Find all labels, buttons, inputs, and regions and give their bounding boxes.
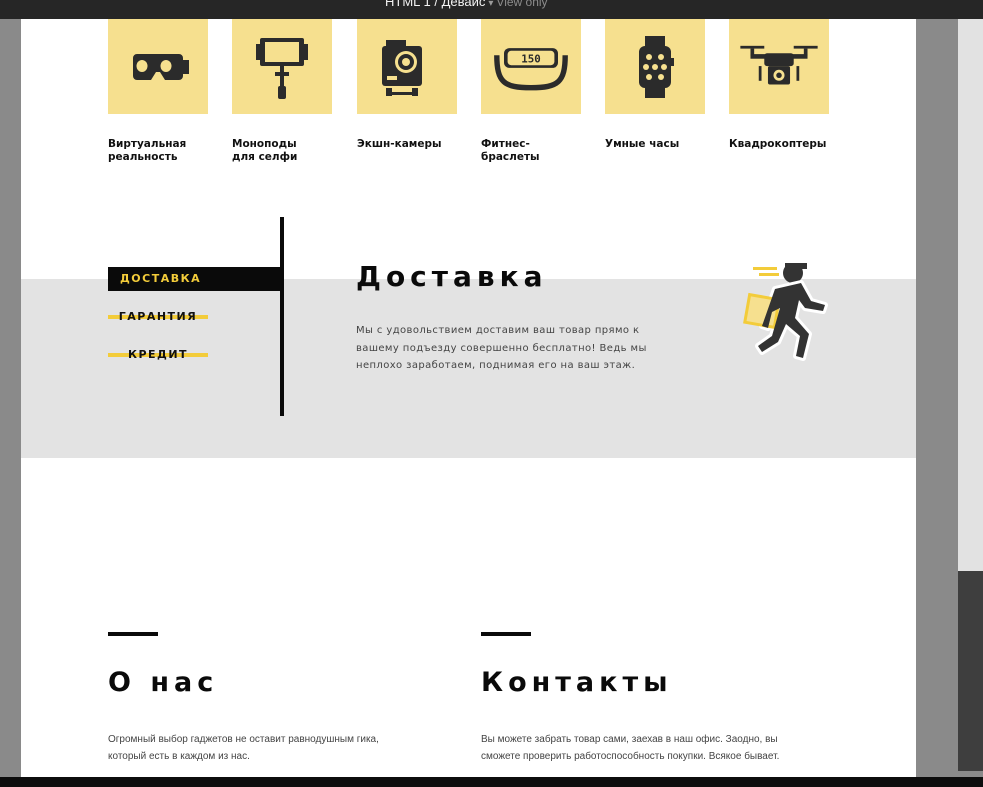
tab-label[interactable]: КРЕДИТ [124,348,192,361]
fitness-band-icon: 150 [494,47,568,90]
window-title: HTML 1 / Девайс ▾ View only [385,0,548,9]
tab-credit[interactable]: КРЕДИТ [108,343,208,367]
category-label[interactable]: Умные часы [605,138,705,151]
tab-label[interactable]: ГАРАНТИЯ [115,310,201,323]
about-title: О нас [108,667,219,698]
action-camera-icon [382,39,422,96]
category-label[interactable]: Фитнес-браслеты [481,138,581,164]
vertical-scrollbar-thumb[interactable] [958,571,983,771]
canvas-gutter-left [0,19,21,777]
tab-guarantee[interactable]: ГАРАНТИЯ [108,305,208,329]
contacts-title: Контакты [481,667,673,698]
category-label[interactable]: Квадрокоптеры [729,138,829,151]
canvas-gutter-right [916,19,958,777]
category-label[interactable]: Виртуальная реальность [108,138,208,164]
page-frame: Виртуальная реальность Моноподы для селф… [21,19,916,777]
view-mode-label: View only [496,0,548,9]
category-tile[interactable] [605,19,705,114]
category-smartwatch[interactable]: Умные часы [605,19,705,151]
category-label[interactable]: Экшн-камеры [357,138,457,151]
about-text: Огромный выбор гаджетов не оставит равно… [108,734,379,762]
category-action-camera[interactable]: Экшн-камеры [357,19,457,151]
category-selfie-stick[interactable]: Моноподы для селфи [232,19,332,164]
drone-icon [740,45,818,84]
tab-delivery[interactable]: ДОСТАВКА [108,267,280,291]
category-fitness-band[interactable]: 150 Фитнес-браслеты [481,19,581,164]
category-tile[interactable]: 150 [481,19,581,114]
tab-label[interactable]: ДОСТАВКА [120,272,201,285]
file-name[interactable]: HTML 1 / Девайс [385,0,485,9]
contacts-accent-bar [481,632,531,636]
category-tile[interactable] [357,19,457,114]
courier-icon [743,263,828,361]
category-drone[interactable]: Квадрокоптеры [729,19,829,151]
services-divider [280,217,284,416]
selfie-stick-icon [256,37,308,99]
about-accent-bar [108,632,158,636]
category-tile[interactable] [729,19,829,114]
chevron-down-icon[interactable]: ▾ [488,0,493,9]
bottom-bar [0,777,983,787]
top-bar: HTML 1 / Девайс ▾ View only [0,0,983,19]
category-label[interactable]: Моноподы для селфи [232,138,332,164]
category-tile[interactable] [232,19,332,114]
delivery-title: Доставка [356,260,548,293]
contacts-text: Вы можете забрать товар сами, заехав в н… [481,734,780,762]
category-tile[interactable] [108,19,208,114]
vr-headset-icon [131,53,189,80]
category-vr[interactable]: Виртуальная реальность [108,19,208,164]
fitness-band-display: 150 [521,52,540,65]
smartwatch-icon [639,35,674,98]
delivery-text: Мы с удовольствием доставим ваш товар пр… [356,325,647,371]
